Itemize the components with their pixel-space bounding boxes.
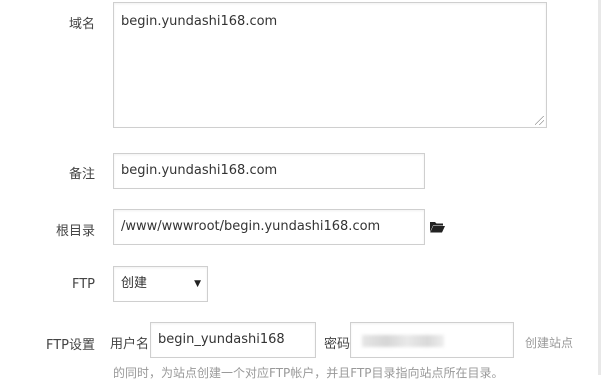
root-dir-input[interactable]: /www/wwwroot/begin.yundashi168.com xyxy=(113,209,425,245)
masked-password xyxy=(362,335,444,347)
domain-textarea[interactable]: begin.yundashi168.com xyxy=(113,2,547,128)
ftp-select[interactable]: 创建 ▼ xyxy=(113,266,208,302)
ftp-hint-bottom: 的同时，为站点创建一个对应FTP帐户，并且FTP目录指向站点所在目录。 xyxy=(113,366,504,380)
ftp-settings-label: FTP设置 xyxy=(45,338,95,353)
ftp-password-input[interactable] xyxy=(350,322,514,358)
domain-label: 域名 xyxy=(68,17,95,32)
ftp-username-label: 用户名 xyxy=(110,337,150,352)
caret-down-icon: ▼ xyxy=(194,279,201,289)
folder-open-icon[interactable] xyxy=(429,220,445,233)
remark-input[interactable]: begin.yundashi168.com xyxy=(113,153,425,189)
ftp-select-value: 创建 xyxy=(121,276,148,291)
resize-handle-icon[interactable] xyxy=(535,116,544,125)
domain-value: begin.yundashi168.com xyxy=(121,14,278,29)
ftp-hint-right: 创建站点 xyxy=(525,336,574,350)
root-dir-label: 根目录 xyxy=(55,224,95,239)
ftp-username-input[interactable]: begin_yundashi168 xyxy=(150,322,316,358)
ftp-label: FTP xyxy=(71,277,95,292)
remark-label: 备注 xyxy=(68,167,95,182)
